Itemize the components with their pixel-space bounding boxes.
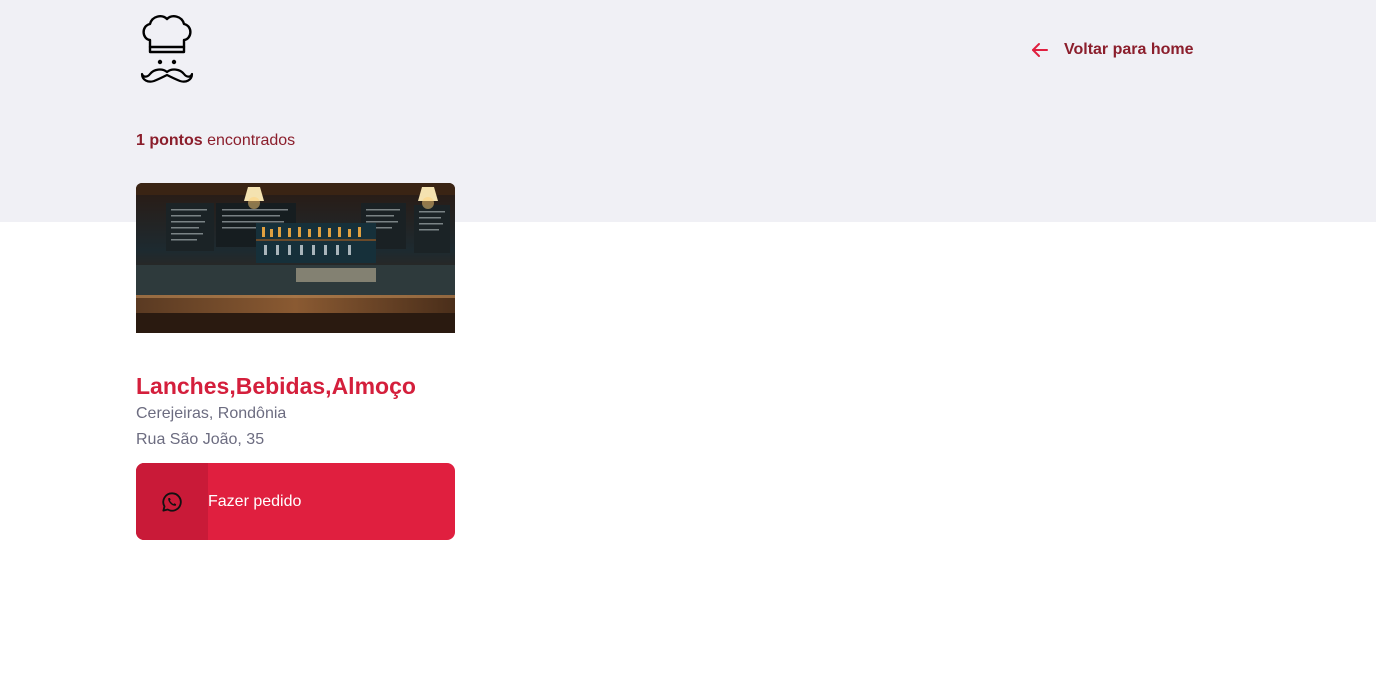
back-to-home-label: Voltar para home <box>1064 41 1194 58</box>
back-to-home-link[interactable]: Voltar para home <box>1030 38 1194 62</box>
card-address: Rua São João, 35 <box>136 431 265 448</box>
restaurant-bar-photo <box>136 183 455 333</box>
arrow-left-icon <box>1032 43 1048 57</box>
whatsapp-icon <box>162 491 182 512</box>
chef-hat-mustache-icon <box>140 15 194 83</box>
card-title: Lanches,Bebidas,Almoço <box>136 373 416 399</box>
order-icon-box <box>136 463 208 540</box>
order-button[interactable]: Fazer pedido <box>136 463 455 540</box>
results-count: 1 pontos encontrados <box>136 132 295 150</box>
results-count-suffix: encontrados <box>202 132 296 149</box>
results-count-number: 1 pontos <box>136 132 203 149</box>
card-city-state: Cerejeiras, Rondônia <box>136 405 287 422</box>
point-card: Lanches,Bebidas,Almoço Cerejeiras, Rondô… <box>136 183 455 540</box>
order-button-label: Fazer pedido <box>208 492 302 510</box>
